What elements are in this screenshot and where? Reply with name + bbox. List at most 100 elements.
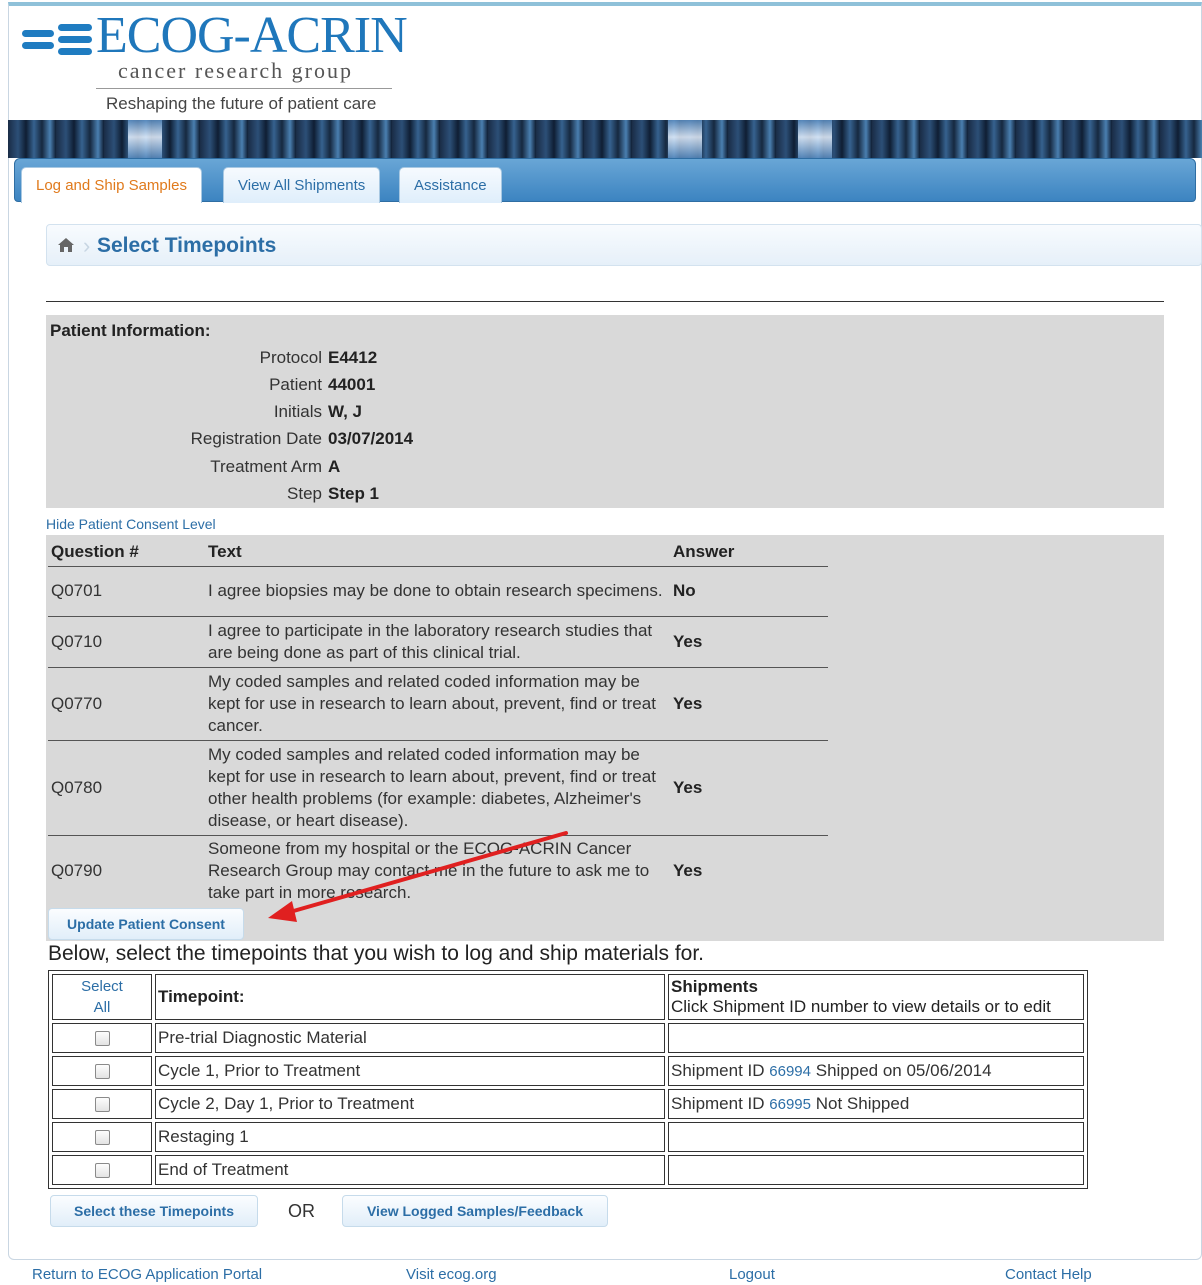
patient-protocol-row: Protocol E4412 (46, 344, 426, 371)
shipment-cell (668, 1155, 1084, 1185)
timepoint-table: Select All Timepoint: Shipments Click Sh… (48, 970, 1088, 1189)
treatment-arm-value: A (328, 457, 341, 476)
shipments-header-subtitle: Click Shipment ID number to view details… (671, 997, 1051, 1016)
timepoint-name: Restaging 1 (155, 1122, 665, 1152)
registration-date-label: Registration Date (190, 429, 322, 448)
shipment-cell: Shipment ID 66995 Not Shipped (668, 1089, 1084, 1119)
patient-value: 44001 (328, 375, 376, 394)
footer-help-link[interactable]: Contact Help (1005, 1266, 1092, 1283)
initials-label: Initials (273, 402, 322, 421)
question-text: I agree to participate in the laboratory… (206, 616, 670, 668)
question-number: Q0770 (48, 667, 206, 741)
timepoint-row: Cycle 2, Day 1, Prior to Treatment Shipm… (52, 1089, 1084, 1119)
timepoint-checkbox[interactable] (94, 1031, 110, 1047)
question-answer: Yes (670, 616, 828, 668)
question-header: Question # (48, 538, 206, 567)
timepoint-row: Pre-trial Diagnostic Material (52, 1023, 1084, 1053)
question-number: Q0780 (48, 740, 206, 836)
patient-initials-row: Initials W, J (46, 398, 426, 425)
divider (46, 301, 1164, 302)
update-consent-button[interactable]: Update Patient Consent (48, 908, 244, 940)
breadcrumb: › Select Timepoints (46, 224, 1202, 266)
answer-header: Answer (670, 538, 828, 567)
select-all-link[interactable]: Select All (52, 974, 152, 1020)
select-all-line2: All (93, 999, 111, 1016)
timepoint-checkbox-cell (52, 1056, 152, 1086)
footer-visit-link[interactable]: Visit ecog.org (406, 1266, 497, 1283)
patient-step-row: Step Step 1 (46, 480, 426, 507)
shipment-id-label: Shipment ID (671, 1061, 765, 1080)
consent-row: Q0780 My coded samples and related coded… (48, 740, 828, 836)
consent-table: Question # Text Answer Q0701 I agree bio… (48, 538, 828, 907)
consent-row: Q0790 Someone from my hospital or the EC… (48, 835, 828, 907)
timepoint-checkbox-cell (52, 1089, 152, 1119)
timepoint-instruction: Below, select the timepoints that you wi… (48, 942, 705, 965)
shipment-id-link[interactable]: 66995 (769, 1096, 811, 1113)
view-logged-samples-button[interactable]: View Logged Samples/Feedback (342, 1195, 608, 1227)
step-value: Step 1 (328, 484, 380, 503)
question-answer: Yes (670, 740, 828, 836)
logo-slogan: Reshaping the future of patient care (106, 94, 377, 113)
question-answer: Yes (670, 667, 828, 741)
timepoint-checkbox[interactable] (94, 1163, 110, 1179)
header-banner (8, 120, 1202, 158)
treatment-arm-label: Treatment Arm (210, 457, 322, 476)
logo-wordmark: ECOG-ACRIN (96, 7, 408, 64)
timepoint-row: Restaging 1 (52, 1122, 1084, 1152)
timepoint-checkbox[interactable] (94, 1064, 110, 1080)
patient-info-heading: Patient Information: (50, 321, 211, 340)
shipment-status: Not Shipped (815, 1094, 910, 1113)
select-timepoints-button[interactable]: Select these Timepoints (50, 1195, 258, 1227)
tab-log-and-ship-samples[interactable]: Log and Ship Samples (21, 167, 202, 203)
timepoint-checkbox[interactable] (94, 1130, 110, 1146)
logo-tagline: cancer research group (118, 58, 353, 83)
step-label: Step (287, 484, 322, 503)
question-answer: No (670, 566, 828, 617)
timepoint-checkbox-cell (52, 1122, 152, 1152)
question-text: My coded samples and related coded infor… (206, 740, 670, 836)
footer-logout-link[interactable]: Logout (729, 1266, 775, 1283)
timepoint-name: Cycle 1, Prior to Treatment (155, 1056, 665, 1086)
patient-registration-row: Registration Date 03/07/2014 (46, 425, 426, 452)
shipments-header-title: Shipments (671, 977, 758, 996)
consent-header-row: Question # Text Answer (48, 538, 828, 567)
timepoint-row: End of Treatment (52, 1155, 1084, 1185)
tab-view-all-shipments[interactable]: View All Shipments (223, 167, 381, 203)
consent-row: Q0701 I agree biopsies may be done to ob… (48, 566, 828, 617)
text-header: Text (206, 538, 670, 567)
registration-date-value: 03/07/2014 (328, 429, 414, 448)
shipment-id-link[interactable]: 66994 (769, 1063, 811, 1080)
or-text: OR (288, 1201, 315, 1221)
question-number: Q0790 (51, 861, 103, 881)
timepoint-name: Pre-trial Diagnostic Material (155, 1023, 665, 1053)
ecog-acrin-logo: ECOG-ACRIN cancer research group Reshapi… (22, 7, 408, 117)
timepoint-row: Cycle 1, Prior to Treatment Shipment ID … (52, 1056, 1084, 1086)
tab-assistance[interactable]: Assistance (399, 167, 502, 203)
breadcrumb-separator: › (83, 233, 91, 258)
question-text: I agree biopsies may be done to obtain r… (206, 566, 670, 617)
consent-row: Q0710 I agree to participate in the labo… (48, 616, 828, 668)
timepoint-checkbox-cell (52, 1155, 152, 1185)
timepoint-name: Cycle 2, Day 1, Prior to Treatment (155, 1089, 665, 1119)
timepoint-header: Timepoint: (155, 974, 665, 1020)
question-answer: Yes (673, 861, 703, 881)
shipment-cell (668, 1023, 1084, 1053)
hide-consent-link[interactable]: Hide Patient Consent Level (46, 516, 216, 532)
tab-bar: Log and Ship Samples View All Shipments … (14, 158, 1196, 203)
footer-portal-link[interactable]: Return to ECOG Application Portal (32, 1266, 262, 1283)
timepoint-checkbox-cell (52, 1023, 152, 1053)
protocol-label: Protocol (259, 348, 322, 367)
patient-id-row: Patient 44001 (46, 371, 426, 398)
protocol-value: E4412 (328, 348, 378, 367)
patient-arm-row: Treatment Arm A (46, 453, 426, 480)
shipments-header: Shipments Click Shipment ID number to vi… (668, 974, 1084, 1020)
timepoint-checkbox[interactable] (94, 1097, 110, 1113)
timepoint-header-row: Select All Timepoint: Shipments Click Sh… (52, 974, 1084, 1020)
home-icon[interactable] (57, 237, 75, 253)
shipment-cell (668, 1122, 1084, 1152)
page-title: Select Timepoints (97, 234, 277, 257)
initials-value: W, J (328, 402, 363, 421)
consent-row: Q0770 My coded samples and related coded… (48, 667, 828, 741)
logo-divider (96, 88, 392, 89)
timepoint-name: End of Treatment (155, 1155, 665, 1185)
